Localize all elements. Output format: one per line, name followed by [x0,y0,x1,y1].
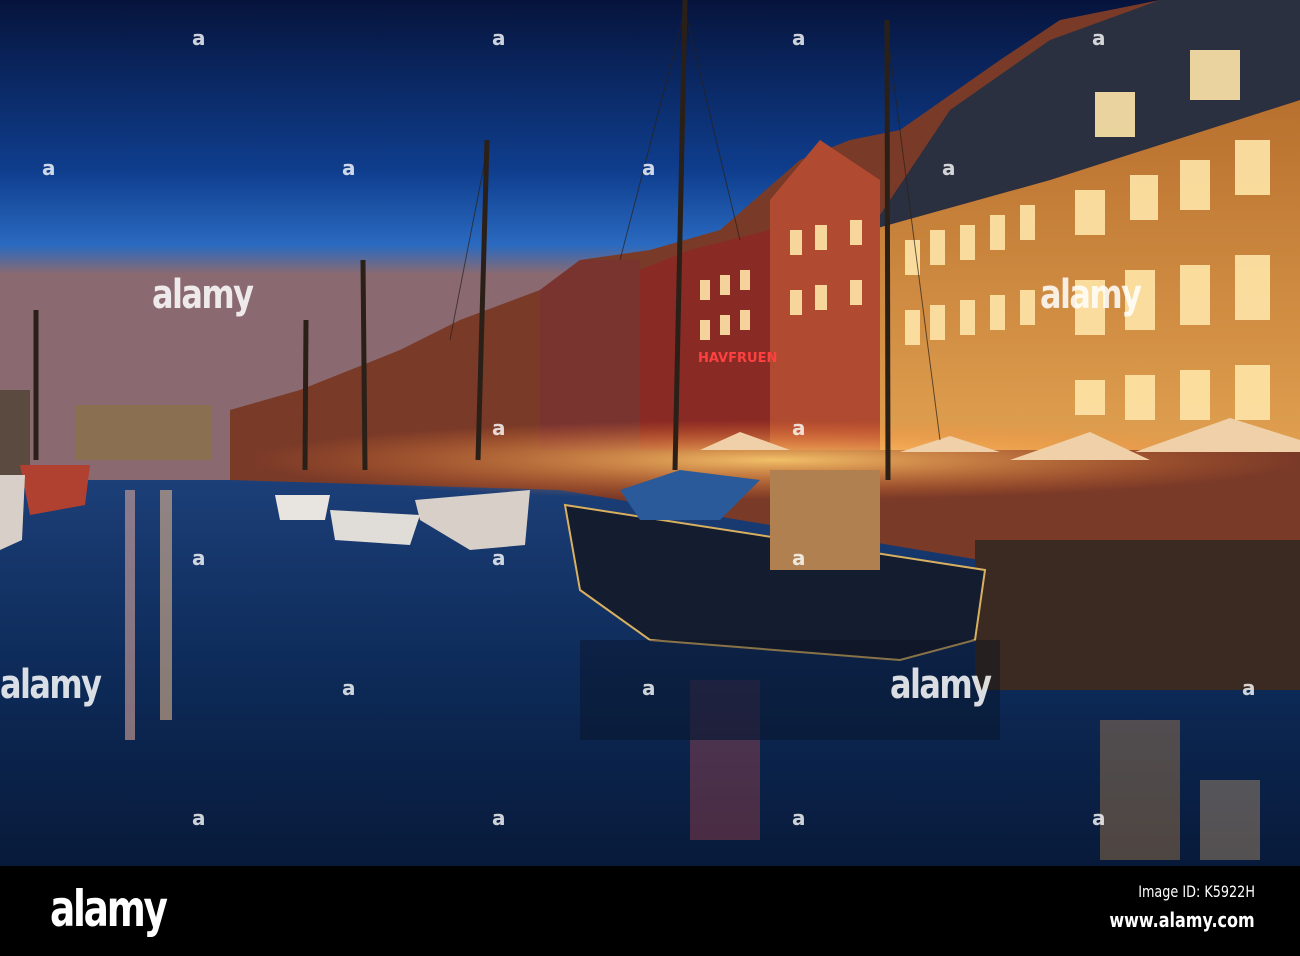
watermark-mark: a [42,156,56,180]
watermark-mark: a [1092,806,1106,830]
watermark-mark: a [1092,26,1106,50]
havfruen-sign: HAVFRUEN [698,351,777,366]
watermark: alamy [0,662,102,708]
watermark-mark: a [342,156,356,180]
site-url: www.alamy.com [1109,908,1255,932]
watermark: alamy [1040,272,1142,318]
watermark-mark: a [192,546,206,570]
watermark: alamy [152,272,254,318]
image-id: Image ID: K5922H [1138,882,1255,901]
watermark-mark: a [642,676,656,700]
watermark-mark: a [942,156,956,180]
watermark-mark: a [792,806,806,830]
watermark-mark: a [792,26,806,50]
quay-wall [975,540,1300,690]
watermark-mark: a [492,806,506,830]
watermark-mark: a [192,26,206,50]
watermark-mark: a [342,676,356,700]
watermark-mark: a [792,546,806,570]
distant-building [75,405,212,460]
harbour-photo: HAVFRUEN [0,0,1300,866]
footer-bar: alamy Image ID: K5922H www.alamy.com [0,866,1300,956]
watermark: alamy [890,662,992,708]
watermark-mark: a [492,546,506,570]
watermark-mark: a [192,806,206,830]
alamy-logo: alamy [50,880,168,938]
boat-cabin [770,470,880,570]
watermark-mark: a [492,26,506,50]
watermark-mark: a [1242,676,1256,700]
watermark-mark: a [642,156,656,180]
watermark-mark: a [492,416,506,440]
watermark-mark: a [792,416,806,440]
